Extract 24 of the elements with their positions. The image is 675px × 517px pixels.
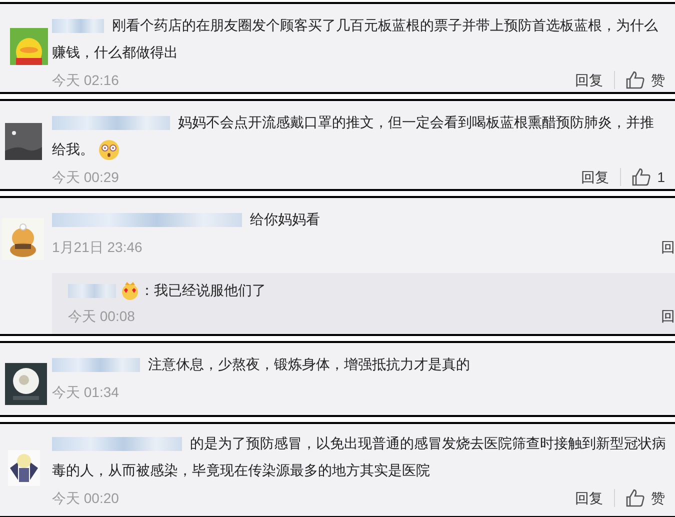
reply-link[interactable]: 回复 xyxy=(575,70,603,90)
timestamp: 1月21日 23:46 xyxy=(52,238,142,256)
timestamp: 今天 02:16 xyxy=(52,70,119,90)
comment-text: 的是为了预防感冒，以免出现普通的感冒发烧去医院筛查时接触到新型冠状病毒的人，从而被感染，毕竟现在传染源最多的地方其实是医院 xyxy=(52,430,667,484)
thumbs-up-icon[interactable] xyxy=(632,168,652,186)
blurred-name xyxy=(68,284,116,298)
reply-text: ：我已经说服他们了 xyxy=(140,282,266,298)
like-count[interactable]: 1 xyxy=(657,166,665,188)
timestamp: 今天 00:08 xyxy=(68,306,135,326)
reply-link[interactable]: 回 xyxy=(661,236,675,258)
timestamp: 今天 00:29 xyxy=(52,168,119,186)
thumbs-up-icon[interactable] xyxy=(626,489,645,507)
heart-eyes-icon xyxy=(120,281,140,302)
comment-text: 给你妈妈看 xyxy=(52,206,667,233)
comment-text: 注意休息，少熬夜，锻炼身体，增强抵抗力才是真的 xyxy=(52,351,667,378)
comment-text: 刚看个药店的在朋友圈发个顾客买了几百元板蓝根的票子并带上预防首选板蓝根，为什么赚钱，什么都做得出 xyxy=(52,12,667,66)
reply-link[interactable]: 回复 xyxy=(575,488,603,508)
like-count[interactable]: 赞 xyxy=(651,488,665,508)
timestamp: 今天 00:20 xyxy=(52,488,119,508)
reply-link[interactable]: 回 xyxy=(661,306,675,326)
thumbs-up-icon[interactable] xyxy=(626,71,645,89)
timestamp: 今天 01:34 xyxy=(52,382,119,402)
reply-link[interactable]: 回复 xyxy=(581,166,610,188)
like-count[interactable]: 赞 xyxy=(651,70,665,90)
